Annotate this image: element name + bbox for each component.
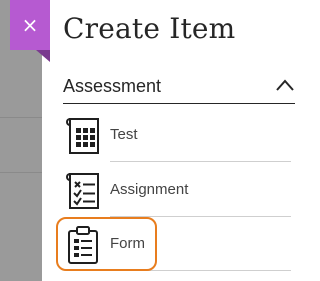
- close-button[interactable]: ×: [10, 0, 50, 50]
- close-button-tab: [36, 50, 50, 62]
- section-label: Assessment: [63, 76, 162, 96]
- menu-item-test[interactable]: Test: [63, 110, 291, 162]
- menu-item-label: Test: [110, 126, 138, 143]
- close-icon: ×: [21, 13, 39, 37]
- assessment-section-header[interactable]: Assessment: [63, 70, 295, 104]
- focus-highlight: [56, 217, 157, 271]
- menu-item-assignment[interactable]: Assignment: [63, 165, 291, 217]
- grid-checklist-icon: [66, 118, 99, 154]
- panel-title: Create Item: [63, 12, 236, 45]
- backdrop-divider: [0, 172, 42, 173]
- backdrop-divider: [0, 117, 42, 118]
- chevron-up-icon[interactable]: [275, 78, 295, 92]
- item-divider: [110, 161, 291, 162]
- check-x-list-icon: [66, 173, 99, 209]
- menu-item-label: Assignment: [110, 181, 189, 198]
